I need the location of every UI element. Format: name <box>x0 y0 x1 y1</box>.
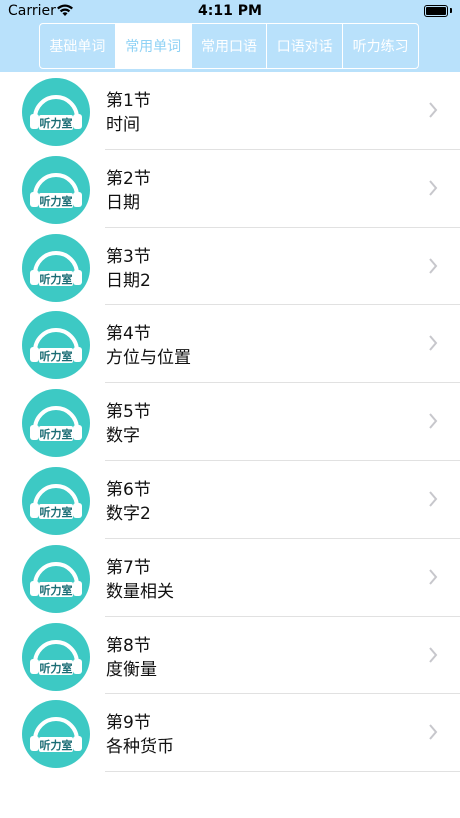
headphones-icon: 听力室 <box>22 544 90 613</box>
clock: 4:11 PM <box>198 3 262 19</box>
status-bar: Carrier 4:11 PM <box>0 0 460 22</box>
chevron-right-icon <box>428 257 438 274</box>
list-item[interactable]: 听力室 第3节 日期2 <box>0 227 460 306</box>
nav-bar: 基础单词 常用单词 常用口语 口语对话 听力练习 <box>0 22 460 72</box>
headphones-icon: 听力室 <box>22 311 90 380</box>
svg-text:听力室: 听力室 <box>40 116 73 130</box>
svg-text:听力室: 听力室 <box>40 738 73 752</box>
lesson-title: 第6节 <box>106 479 151 500</box>
lesson-list: 听力室 第1节 时间 听力室 第2节 日期 听力室 第3节 日期2 听力室 第4… <box>0 72 460 773</box>
chevron-right-icon <box>428 413 438 429</box>
list-item[interactable]: 听力室 第8节 度衡量 <box>0 616 460 695</box>
tab-3[interactable]: 常用口语 <box>190 24 267 68</box>
lesson-subtitle: 方位与位置 <box>106 348 191 369</box>
lesson-title: 第3节 <box>106 246 151 267</box>
headphones-icon: 听力室 <box>22 155 90 224</box>
lesson-title: 第7节 <box>106 557 151 578</box>
lesson-subtitle: 度衡量 <box>106 659 157 680</box>
lesson-subtitle: 日期 <box>106 192 140 213</box>
chevron-right-icon <box>428 180 438 196</box>
tab-1[interactable]: 基础单词 <box>40 24 115 68</box>
list-item[interactable]: 听力室 第5节 数字 <box>0 383 460 461</box>
lesson-subtitle: 时间 <box>106 115 140 135</box>
lesson-subtitle: 数字2 <box>106 503 151 524</box>
headphones-icon: 听力室 <box>22 700 90 769</box>
battery-icon <box>424 5 448 17</box>
lesson-title: 第5节 <box>106 402 151 423</box>
chevron-right-icon <box>428 646 438 663</box>
lesson-title: 第4节 <box>106 324 151 345</box>
tab-5[interactable]: 听力练习 <box>342 24 418 68</box>
headphones-icon: 听力室 <box>22 389 90 458</box>
headphones-icon: 听力室 <box>22 622 90 691</box>
chevron-right-icon <box>428 491 438 507</box>
chevron-right-icon <box>428 724 438 741</box>
lesson-title: 第1节 <box>106 91 151 111</box>
svg-text:听力室: 听力室 <box>40 194 73 208</box>
list-item[interactable]: 听力室 第4节 方位与位置 <box>0 305 460 384</box>
list-item[interactable]: 听力室 第6节 数字2 <box>0 460 460 539</box>
svg-text:听力室: 听力室 <box>40 272 73 286</box>
lesson-subtitle: 日期2 <box>106 270 151 291</box>
list-item[interactable]: 听力室 第9节 各种货币 <box>0 694 460 773</box>
svg-text:听力室: 听力室 <box>40 505 73 519</box>
lesson-subtitle: 数字 <box>106 426 140 447</box>
lesson-title: 第9节 <box>106 713 151 734</box>
svg-text:听力室: 听力室 <box>40 583 73 597</box>
svg-text:听力室: 听力室 <box>40 349 73 363</box>
chevron-right-icon <box>428 569 438 585</box>
tab-4[interactable]: 口语对话 <box>266 24 342 68</box>
lesson-subtitle: 数量相关 <box>106 581 174 602</box>
headphones-icon: 听力室 <box>22 466 90 535</box>
list-item[interactable]: 听力室 第1节 时间 <box>0 72 460 150</box>
battery-tip <box>450 8 452 13</box>
list-item[interactable]: 听力室 第7节 数量相关 <box>0 538 460 617</box>
chevron-right-icon <box>428 102 438 118</box>
category-segmented-control: 基础单词 常用单词 常用口语 口语对话 听力练习 <box>39 23 419 69</box>
lesson-subtitle: 各种货币 <box>106 737 174 758</box>
lesson-title: 第8节 <box>106 635 151 656</box>
tab-2[interactable]: 常用单词 <box>114 24 191 68</box>
list-item[interactable]: 听力室 第2节 日期 <box>0 149 460 228</box>
svg-text:听力室: 听力室 <box>40 661 73 675</box>
headphones-icon: 听力室 <box>22 78 90 146</box>
chevron-right-icon <box>428 335 438 352</box>
row-divider <box>105 771 460 773</box>
lesson-title: 第2节 <box>106 168 151 189</box>
headphones-icon: 听力室 <box>22 233 90 302</box>
svg-text:听力室: 听力室 <box>40 427 73 441</box>
